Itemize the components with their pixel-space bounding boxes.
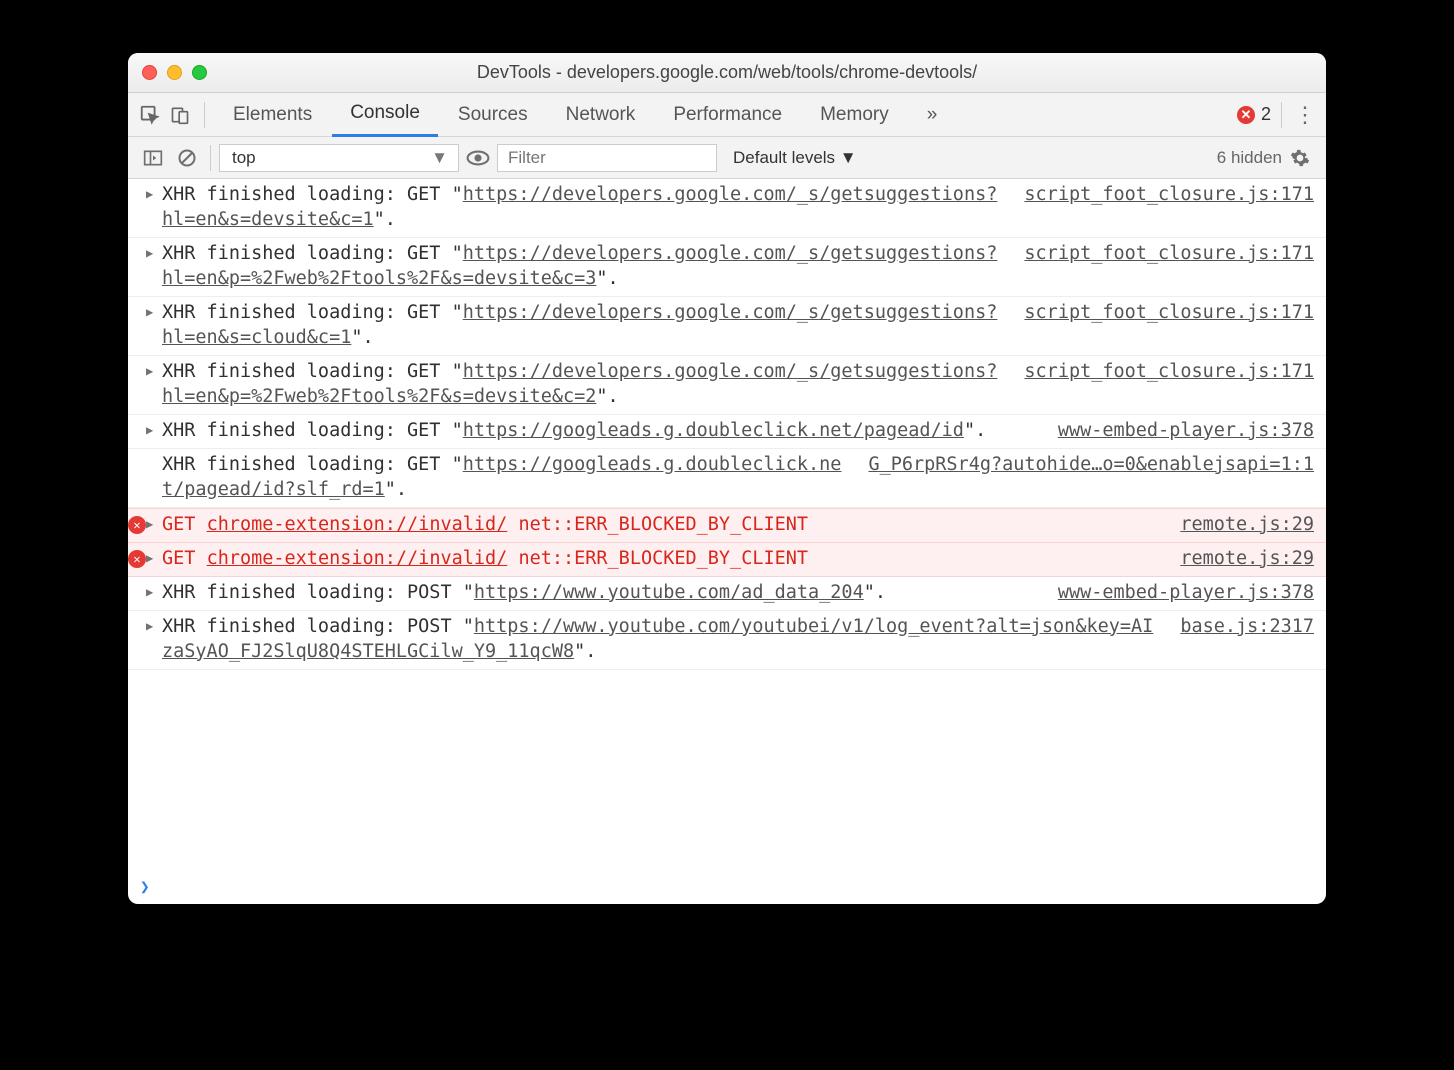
tab-sources[interactable]: Sources (440, 93, 546, 137)
source-link[interactable]: script_foot_closure.js:171 (1024, 242, 1314, 267)
request-url-link[interactable]: https://googleads.g.doubleclick.net/page… (463, 420, 964, 441)
disclosure-icon[interactable] (146, 550, 153, 566)
error-icon: ✕ (128, 516, 146, 534)
disclosure-icon[interactable] (146, 363, 153, 379)
device-toolbar-icon[interactable] (166, 101, 194, 129)
error-icon: ✕ (128, 550, 146, 568)
separator (1281, 102, 1282, 128)
disclosure-icon[interactable] (146, 186, 153, 202)
console-xhr-row[interactable]: XHR finished loading: GET "https://googl… (128, 449, 1326, 508)
log-levels-selector[interactable]: Default levels ▼ (721, 148, 869, 168)
console-xhr-row[interactable]: XHR finished loading: GET "https://devel… (128, 238, 1326, 297)
source-link[interactable]: G_P6rpRSr4g?autohide…o=0&enablejsapi=1:1 (868, 453, 1314, 478)
message-text: XHR finished loading: GET "https://devel… (162, 183, 1010, 233)
message-text: XHR finished loading: POST "https://www.… (162, 581, 1044, 606)
message-text: XHR finished loading: GET "https://googl… (162, 419, 1044, 444)
request-url-link[interactable]: https://developers.google.com/_s/getsugg… (162, 361, 997, 407)
request-url-link[interactable]: https://www.youtube.com/youtubei/v1/log_… (162, 616, 1153, 662)
console-error-row[interactable]: ✕ GET chrome-extension://invalid/ net::ER… (128, 508, 1326, 543)
disclosure-icon[interactable] (146, 304, 153, 320)
source-link[interactable]: script_foot_closure.js:171 (1024, 360, 1314, 385)
request-url-link[interactable]: https://developers.google.com/_s/getsugg… (162, 184, 997, 230)
request-url-link[interactable]: https://googleads.g.doubleclick.net/page… (162, 454, 841, 500)
window-title: DevTools - developers.google.com/web/too… (128, 62, 1326, 83)
source-link[interactable]: remote.js:29 (1180, 513, 1314, 538)
request-url-link[interactable]: https://developers.google.com/_s/getsugg… (162, 302, 997, 348)
separator (210, 145, 211, 171)
titlebar: DevTools - developers.google.com/web/too… (128, 53, 1326, 93)
message-text: GET chrome-extension://invalid/ net::ERR… (162, 547, 1166, 572)
minimize-icon[interactable] (167, 65, 182, 80)
message-text: GET chrome-extension://invalid/ net::ERR… (162, 513, 1166, 538)
console-xhr-row[interactable]: XHR finished loading: GET "https://devel… (128, 179, 1326, 238)
console-prompt[interactable]: ❯ (128, 869, 1326, 904)
request-url-link[interactable]: https://www.youtube.com/ad_data_204 (474, 582, 864, 603)
message-text: XHR finished loading: GET "https://devel… (162, 242, 1010, 292)
message-text: XHR finished loading: GET "https://devel… (162, 360, 1010, 410)
tab-console[interactable]: Console (332, 93, 438, 137)
console-xhr-row[interactable]: XHR finished loading: POST "https://www.… (128, 577, 1326, 611)
request-url-link[interactable]: https://developers.google.com/_s/getsugg… (162, 243, 997, 289)
disclosure-icon[interactable] (146, 245, 153, 261)
devtools-window: DevTools - developers.google.com/web/too… (128, 53, 1326, 904)
dropdown-icon: ▼ (431, 148, 448, 168)
hidden-count[interactable]: 6 hidden (1217, 148, 1286, 168)
console-xhr-row[interactable]: XHR finished loading: GET "https://devel… (128, 297, 1326, 356)
disclosure-icon[interactable] (146, 422, 153, 438)
separator (204, 102, 205, 128)
console-toolbar: top ▼ Default levels ▼ 6 hidden (128, 137, 1326, 179)
sidebar-toggle-icon[interactable] (138, 143, 168, 173)
filter-input[interactable] (497, 144, 717, 172)
context-label: top (232, 148, 256, 168)
source-link[interactable]: script_foot_closure.js:171 (1024, 301, 1314, 326)
source-link[interactable]: www-embed-player.js:378 (1058, 419, 1314, 444)
disclosure-icon[interactable] (146, 516, 153, 532)
clear-console-icon[interactable] (172, 143, 202, 173)
console-xhr-row[interactable]: XHR finished loading: GET "https://devel… (128, 356, 1326, 415)
inspect-icon[interactable] (136, 101, 164, 129)
console-messages: XHR finished loading: GET "https://devel… (128, 179, 1326, 869)
message-text: XHR finished loading: POST "https://www.… (162, 615, 1166, 665)
message-text: XHR finished loading: GET "https://devel… (162, 301, 1010, 351)
tab-bar: ElementsConsoleSourcesNetworkPerformance… (128, 93, 1326, 137)
error-icon: ✕ (1237, 106, 1255, 124)
source-link[interactable]: www-embed-player.js:378 (1058, 581, 1314, 606)
source-link[interactable]: base.js:2317 (1180, 615, 1314, 640)
error-badge[interactable]: ✕ 2 (1237, 104, 1271, 125)
close-icon[interactable] (142, 65, 157, 80)
source-link[interactable]: script_foot_closure.js:171 (1024, 183, 1314, 208)
tab-elements[interactable]: Elements (215, 93, 330, 137)
console-xhr-row[interactable]: XHR finished loading: GET "https://googl… (128, 415, 1326, 449)
disclosure-icon[interactable] (146, 618, 153, 634)
message-text: XHR finished loading: GET "https://googl… (162, 453, 854, 503)
tab-performance[interactable]: Performance (655, 93, 800, 137)
source-link[interactable]: remote.js:29 (1180, 547, 1314, 572)
zoom-icon[interactable] (192, 65, 207, 80)
tab-memory[interactable]: Memory (802, 93, 907, 137)
live-expression-icon[interactable] (463, 143, 493, 173)
window-controls (142, 65, 207, 80)
context-selector[interactable]: top ▼ (219, 144, 459, 172)
error-count: 2 (1261, 104, 1271, 125)
tab-network[interactable]: Network (548, 93, 654, 137)
console-error-row[interactable]: ✕ GET chrome-extension://invalid/ net::ER… (128, 543, 1326, 577)
console-xhr-row[interactable]: XHR finished loading: POST "https://www.… (128, 611, 1326, 670)
tabs-overflow-button[interactable]: » (909, 93, 956, 137)
more-menu-icon[interactable]: ⋮ (1292, 102, 1318, 128)
settings-icon[interactable] (1290, 148, 1316, 168)
disclosure-icon[interactable] (146, 584, 153, 600)
